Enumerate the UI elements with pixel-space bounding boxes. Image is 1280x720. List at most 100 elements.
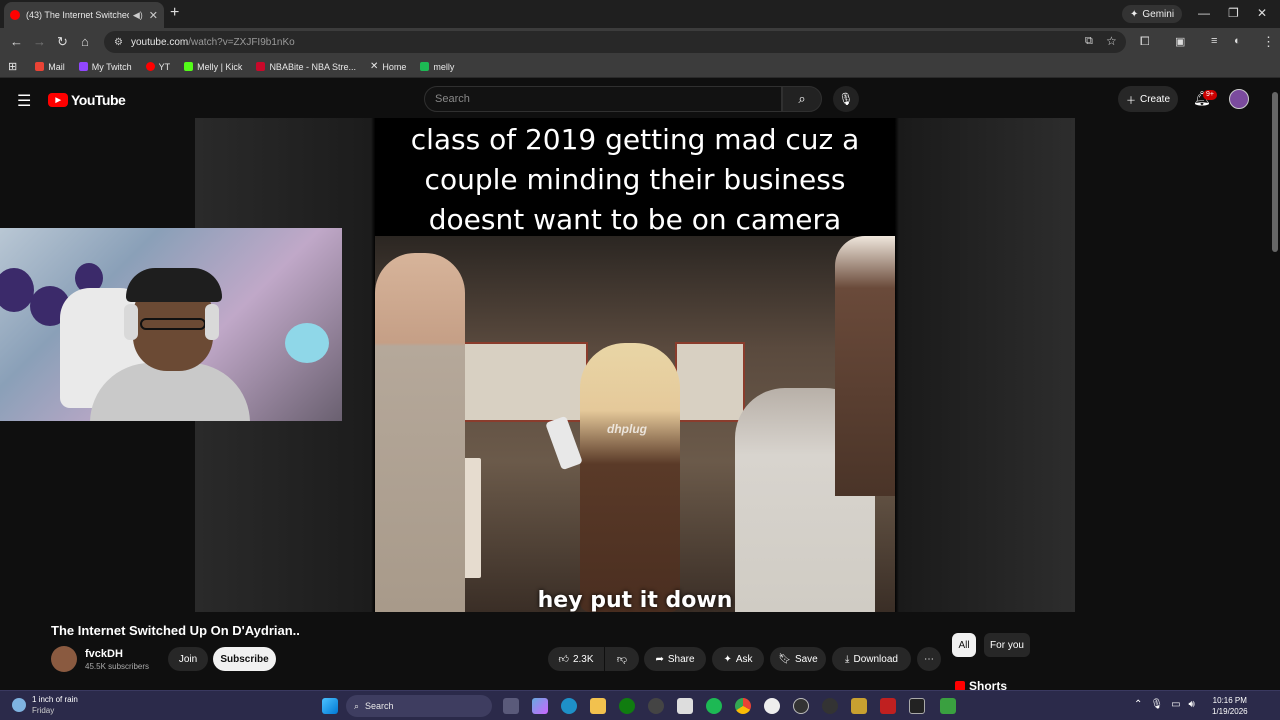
system-tray[interactable]: ⌃ 🎙︎ ▭ 🔊︎ xyxy=(1134,699,1195,710)
ask-button[interactable]: ✦ Ask xyxy=(712,647,764,671)
speaker-icon[interactable]: ◀) xyxy=(133,10,143,21)
minimize-button[interactable]: — xyxy=(1198,6,1210,20)
weather-widget[interactable]: 1 inch of rain Friday xyxy=(12,694,78,716)
app-icon[interactable] xyxy=(909,698,925,714)
network-icon[interactable]: ▭ xyxy=(1171,699,1180,710)
sparkle-icon: ✦ xyxy=(1130,8,1139,20)
bookmark-melly[interactable]: melly xyxy=(420,62,454,72)
bookmark-icon: 🔖︎ xyxy=(778,653,791,665)
copilot-icon[interactable] xyxy=(532,698,548,714)
bookmark-star-icon[interactable]: ☆ xyxy=(1106,34,1117,48)
kick-icon xyxy=(184,62,194,71)
address-bar[interactable]: ⚙ youtube.com/watch?v=ZXJFI9b1nKo xyxy=(104,31,1126,53)
menu-board xyxy=(675,342,745,422)
join-button[interactable]: Join xyxy=(168,647,208,671)
apps-grid-icon[interactable]: ⊞ xyxy=(8,60,17,73)
channel-avatar[interactable] xyxy=(51,646,77,672)
streamer-hat xyxy=(126,268,222,302)
page-scrollbar[interactable] xyxy=(1270,80,1280,690)
bookmark-my-twitch[interactable]: My Twitch xyxy=(78,62,132,72)
side-panel-icon[interactable]: ▣ xyxy=(1175,35,1185,48)
browser-menu-icon[interactable]: ⋮ xyxy=(1262,34,1275,50)
spotify-icon[interactable] xyxy=(706,698,722,714)
download-button[interactable]: ⤓ Download xyxy=(832,647,911,671)
bookmark-yt[interactable]: YT xyxy=(145,62,170,72)
windows-taskbar: 1 inch of rain Friday ⌕ Search ⌃ 🎙︎ ▭ 🔊︎… xyxy=(0,690,1280,720)
like-button[interactable]: 👍︎ 2.3K xyxy=(548,647,604,671)
chip-all[interactable]: All xyxy=(952,633,976,657)
extensions-icon[interactable]: ⧠ xyxy=(1140,34,1150,49)
app-icon[interactable] xyxy=(764,698,780,714)
chevron-up-icon[interactable]: ⌃ xyxy=(1134,699,1142,710)
taskbar-search[interactable]: ⌕ Search xyxy=(346,695,492,717)
voice-search-button[interactable]: 🎙︎ xyxy=(833,86,859,112)
notification-badge: 9+ xyxy=(1203,90,1217,100)
microphone-icon[interactable]: 🎙︎ xyxy=(1150,699,1163,710)
x-icon: ✕ xyxy=(369,61,379,72)
sparkle-icon: ✦ xyxy=(723,653,732,665)
twitch-icon xyxy=(78,62,88,71)
share-button[interactable]: ➦ Share xyxy=(644,647,706,671)
new-tab-button[interactable]: + xyxy=(170,4,179,22)
gmail-icon xyxy=(35,62,45,71)
bookmark-nbabite[interactable]: NBABite - NBA Stre... xyxy=(256,62,356,72)
create-button[interactable]: ＋ Create xyxy=(1118,86,1178,112)
weather-condition: 1 inch of rain xyxy=(32,695,78,704)
search-input[interactable]: Search xyxy=(424,86,782,112)
hamburger-menu-icon[interactable]: ☰ xyxy=(17,91,31,111)
account-avatar[interactable] xyxy=(1229,89,1249,109)
video-subtitle: hey put it down xyxy=(537,588,733,612)
scrollbar-thumb[interactable] xyxy=(1272,92,1278,252)
app-icon[interactable] xyxy=(851,698,867,714)
search-icon: ⌕ xyxy=(354,700,360,711)
facecam-overlay xyxy=(0,228,342,421)
subscribe-button[interactable]: Subscribe xyxy=(213,647,276,671)
site-info-icon[interactable]: ⚙ xyxy=(114,37,123,48)
youtube-logo[interactable]: ▶ YouTube xyxy=(48,92,126,108)
time: 10:16 PM xyxy=(1212,696,1247,705)
close-window-button[interactable]: ✕ xyxy=(1257,6,1267,20)
task-view-icon[interactable] xyxy=(503,698,519,714)
bookmark-melly-kick[interactable]: Melly | Kick xyxy=(184,62,242,72)
headset xyxy=(124,304,138,340)
reading-list-icon[interactable]: ≡ xyxy=(1211,35,1217,47)
reload-button[interactable]: ↻ xyxy=(57,34,68,50)
gemini-button[interactable]: ✦ Gemini xyxy=(1122,5,1183,23)
store-icon[interactable] xyxy=(677,698,693,714)
search-button[interactable]: ⌕ xyxy=(782,86,822,112)
minecraft-icon[interactable] xyxy=(940,698,956,714)
edge-icon[interactable] xyxy=(561,698,577,714)
channel-name[interactable]: fvckDH xyxy=(85,648,123,660)
more-actions-button[interactable]: ⋯ xyxy=(917,647,941,671)
app-icon[interactable] xyxy=(822,698,838,714)
bookmark-home[interactable]: ✕ Home xyxy=(370,61,406,72)
bookmark-mail[interactable]: Mail xyxy=(35,62,65,72)
cast-icon[interactable]: ⧉ xyxy=(1085,35,1093,48)
gemini-label: Gemini xyxy=(1142,8,1175,20)
taskbar-clock[interactable]: 10:16 PM 1/19/2026 xyxy=(1212,695,1248,717)
app-icon[interactable] xyxy=(880,698,896,714)
play-logo-icon: ▶ xyxy=(48,93,68,107)
streamer-glasses xyxy=(140,318,206,330)
steam-icon[interactable] xyxy=(648,698,664,714)
woman-center xyxy=(580,343,680,612)
dislike-button[interactable]: 👎︎ xyxy=(605,647,639,671)
close-tab-icon[interactable]: ✕ xyxy=(149,9,158,22)
file-explorer-icon[interactable] xyxy=(590,698,606,714)
profile-icon[interactable]: ◐ xyxy=(1234,35,1241,47)
video-frame[interactable]: class of 2019 getting mad cuz a couple m… xyxy=(375,118,895,612)
save-button[interactable]: 🔖︎ Save xyxy=(770,647,826,671)
back-button[interactable]: ← xyxy=(10,34,23,49)
video-caption: class of 2019 getting mad cuz a couple m… xyxy=(410,123,860,236)
tab-title: (43) The Internet Switched xyxy=(26,10,129,20)
media-player-icon[interactable] xyxy=(793,698,809,714)
chip-for-you[interactable]: For you xyxy=(984,633,1030,657)
maximize-button[interactable]: ❐ xyxy=(1228,6,1239,20)
volume-icon[interactable]: 🔊︎ xyxy=(1189,699,1195,710)
forward-button[interactable]: → xyxy=(33,34,46,49)
start-windows-icon[interactable] xyxy=(322,698,338,714)
xbox-icon[interactable] xyxy=(619,698,635,714)
browser-tab[interactable]: (43) The Internet Switched ◀) ✕ xyxy=(4,2,164,28)
chrome-icon[interactable] xyxy=(735,698,751,714)
home-button[interactable]: ⌂ xyxy=(81,34,89,49)
